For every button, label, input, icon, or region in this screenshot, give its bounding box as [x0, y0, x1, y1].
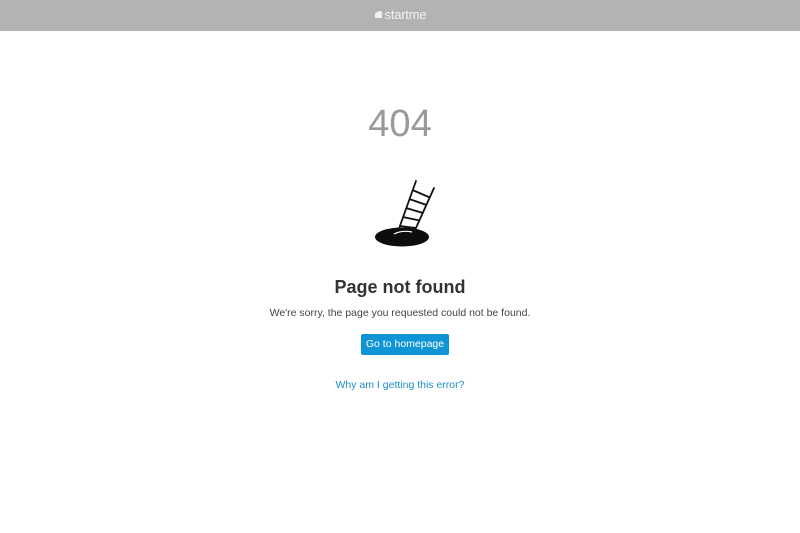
error-code: 404 — [368, 103, 432, 145]
error-content: 404 Page not found We're sorry, the page… — [0, 31, 800, 533]
page-title: Page not found — [334, 277, 466, 297]
go-to-homepage-button[interactable]: Go to homepage — [361, 334, 449, 355]
why-error-link[interactable]: Why am I getting this error? — [336, 379, 465, 391]
logo-text: startme — [384, 7, 427, 22]
error-message: We're sorry, the page you requested coul… — [269, 307, 531, 319]
top-header-bar: startme — [0, 0, 800, 31]
startme-logo[interactable]: startme — [374, 7, 427, 22]
startme-logo-icon — [374, 10, 383, 19]
help-link-container: Why am I getting this error? — [0, 378, 800, 392]
ladder-in-hole-icon — [370, 179, 440, 251]
